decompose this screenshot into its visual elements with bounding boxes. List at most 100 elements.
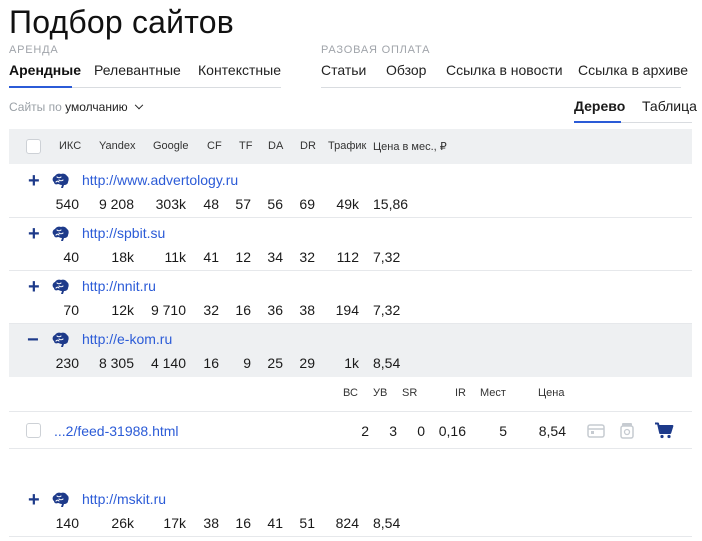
collapse-minus-icon[interactable]: − <box>27 330 39 350</box>
value-google: 4 140 <box>150 355 186 371</box>
col-tf[interactable]: TF <box>239 140 252 152</box>
site-url-link[interactable]: http://mskit.ru <box>82 491 166 507</box>
once-tabbar: Статьи Обзор Ссылка в новости Ссылка в а… <box>321 61 688 88</box>
col-cf[interactable]: CF <box>207 140 222 152</box>
col-iks[interactable]: ИКС <box>59 140 81 152</box>
value-price: 7,32 <box>373 249 401 265</box>
expand-plus-icon[interactable]: + <box>28 224 40 244</box>
col-yandex[interactable]: Yandex <box>99 140 136 152</box>
page-ir: 0,16 <box>438 423 466 439</box>
rent-group-label: АРЕНДА <box>9 44 59 56</box>
select-all-checkbox[interactable] <box>26 139 41 154</box>
tab-tree[interactable]: Дерево <box>574 98 625 114</box>
sort-dropdown[interactable]: Сайты по умолчанию <box>9 100 144 114</box>
page-price: 8,54 <box>538 423 566 439</box>
col-google[interactable]: Google <box>153 140 188 152</box>
col-traffic[interactable]: Трафик <box>328 140 366 152</box>
site-row: + http://nnit.ru 70 12k 9 710 32 16 36 38 194 7,32 <box>9 271 692 324</box>
value-dr: 69 <box>299 196 315 212</box>
site-url-link[interactable]: http://spbit.su <box>82 225 165 241</box>
col-dr[interactable]: DR <box>300 140 316 152</box>
value-cf: 38 <box>203 515 219 531</box>
site-url-link[interactable]: http://www.advertology.ru <box>82 172 238 188</box>
site-row: + http://spbit.su 40 18k 11k 41 12 34 32 112 7,32 <box>9 218 692 271</box>
subcol-price[interactable]: Цена <box>538 387 564 399</box>
value-dr: 51 <box>299 515 315 531</box>
table-header: ИКС Yandex Google CF TF DA DR Трафик Цен… <box>9 129 692 164</box>
value-tf: 9 <box>243 355 251 371</box>
subcol-vs[interactable]: ВС <box>343 387 358 399</box>
tab-kontekstnye[interactable]: Контекстные <box>198 61 281 78</box>
subcol-ir[interactable]: IR <box>455 387 466 399</box>
value-cf: 41 <box>203 249 219 265</box>
page-mest: 5 <box>499 423 507 439</box>
sort-value: умолчанию <box>65 100 128 114</box>
tab-obzor[interactable]: Обзор <box>386 61 426 78</box>
col-da[interactable]: DA <box>268 140 283 152</box>
page-row: ...2/feed-31988.html 2 3 0 0,16 5 8,54 <box>9 411 692 449</box>
value-yandex: 12k <box>111 302 134 318</box>
tab-relevantnye[interactable]: Релевантные <box>94 61 181 78</box>
expand-plus-icon[interactable]: + <box>28 277 40 297</box>
page-title: Подбор сайтов <box>9 4 234 40</box>
brain-icon <box>51 492 69 508</box>
value-price: 8,54 <box>373 355 401 371</box>
tab-link-news[interactable]: Ссылка в новости <box>446 61 563 78</box>
archive-jar-icon[interactable] <box>620 422 634 444</box>
site-url-link[interactable]: http://nnit.ru <box>82 278 156 294</box>
col-price[interactable]: Цена в мес., ₽ <box>373 140 447 153</box>
tab-arendnye[interactable]: Арендные <box>9 61 81 78</box>
view-tabs: Дерево Таблица <box>574 96 697 123</box>
value-dr: 38 <box>299 302 315 318</box>
value-google: 17k <box>163 515 186 531</box>
value-tf: 16 <box>235 302 251 318</box>
calendar-icon[interactable] <box>587 423 605 443</box>
page-url-link[interactable]: ...2/feed-31988.html <box>54 423 179 439</box>
site-row: + http://mskit.ru 140 26k 17k 38 16 41 51 824 8,54 <box>9 484 692 537</box>
tab-table[interactable]: Таблица <box>642 98 697 114</box>
chevron-down-icon <box>134 100 144 110</box>
subcol-mest[interactable]: Мест <box>480 387 506 399</box>
expand-plus-icon[interactable]: + <box>28 490 40 510</box>
value-traffic: 194 <box>335 302 359 318</box>
value-traffic: 49k <box>336 196 359 212</box>
value-google: 11k <box>164 249 186 265</box>
value-price: 8,54 <box>373 515 401 531</box>
value-yandex: 9 208 <box>98 196 134 212</box>
tab-link-archive[interactable]: Ссылка в архиве <box>578 61 688 78</box>
value-cf: 48 <box>203 196 219 212</box>
value-cf: 32 <box>203 302 219 318</box>
site-row: − http://e-kom.ru 230 8 305 4 140 16 9 25 29 1k 8,… <box>9 324 692 377</box>
brain-icon <box>51 332 69 348</box>
page-sr: 0 <box>417 423 425 439</box>
brain-icon <box>51 226 69 242</box>
page-row-checkbox[interactable] <box>26 423 41 438</box>
page-vs: 2 <box>361 423 369 439</box>
value-yandex: 8 305 <box>98 355 134 371</box>
active-tab-underline <box>9 86 72 88</box>
value-iks: 140 <box>55 515 79 531</box>
value-tf: 57 <box>235 196 251 212</box>
value-traffic: 1k <box>344 355 359 371</box>
value-yandex: 18k <box>111 249 134 265</box>
subcol-uv[interactable]: УВ <box>373 387 387 399</box>
value-traffic: 112 <box>336 249 359 265</box>
value-da: 56 <box>267 196 283 212</box>
value-dr: 32 <box>299 249 315 265</box>
view-tab-underline <box>574 121 621 123</box>
value-da: 34 <box>267 249 283 265</box>
value-da: 25 <box>267 355 283 371</box>
value-da: 41 <box>267 515 283 531</box>
value-dr: 29 <box>299 355 315 371</box>
value-da: 36 <box>267 302 283 318</box>
expand-plus-icon[interactable]: + <box>28 171 40 191</box>
site-url-link[interactable]: http://e-kom.ru <box>82 331 172 347</box>
tab-stati[interactable]: Статьи <box>321 61 366 78</box>
value-iks: 70 <box>63 302 79 318</box>
subcol-sr[interactable]: SR <box>402 387 417 399</box>
value-yandex: 26k <box>111 515 134 531</box>
value-traffic: 824 <box>335 515 359 531</box>
value-iks: 230 <box>55 355 79 371</box>
sort-prefix: Сайты по <box>9 100 62 114</box>
cart-icon[interactable] <box>654 422 674 444</box>
